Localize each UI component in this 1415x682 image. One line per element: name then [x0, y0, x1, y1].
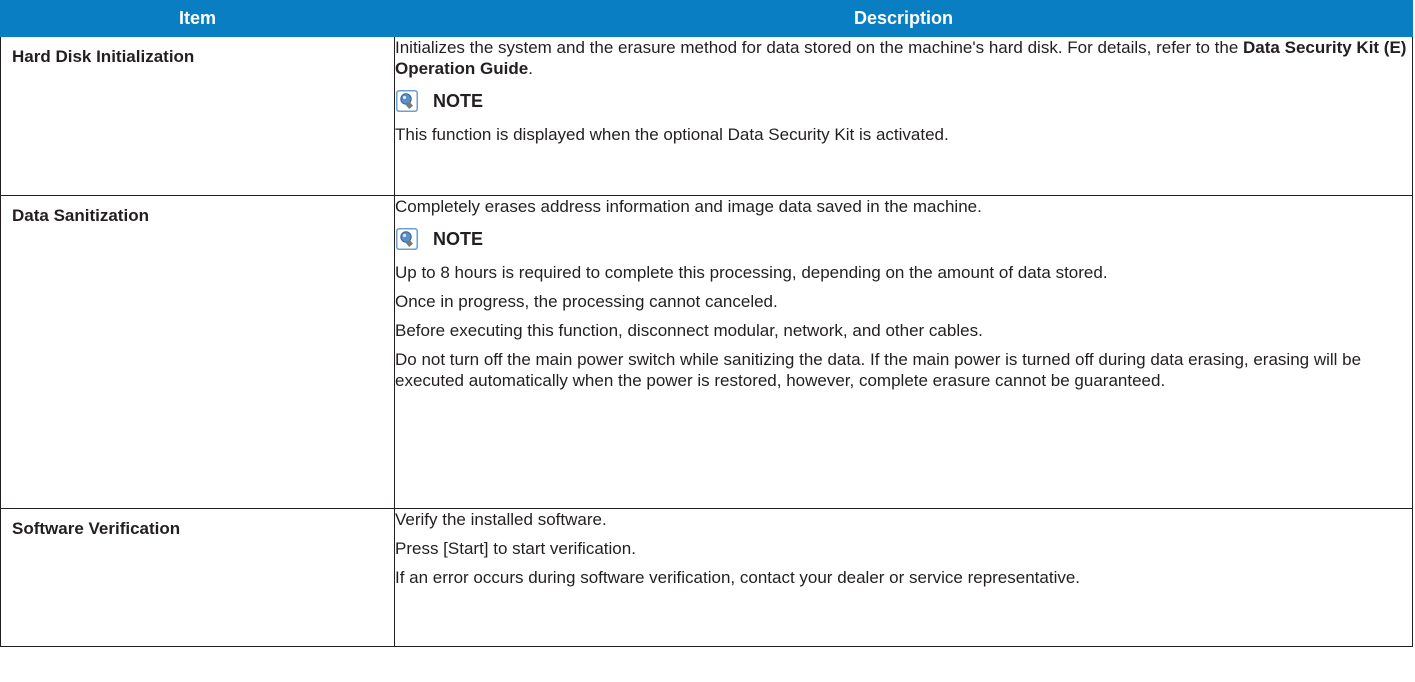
table-row: Data Sanitization Completely erases addr…: [0, 195, 1413, 509]
note-body: This function is displayed when the opti…: [395, 124, 1412, 145]
item-name: Hard Disk Initialization: [12, 47, 195, 66]
column-header-description: Description: [394, 0, 1413, 37]
note-text: Before executing this function, disconne…: [395, 321, 983, 340]
description-text: Completely erases address information an…: [395, 197, 982, 216]
description-cell: Completely erases address information an…: [394, 195, 1413, 509]
description-line: Press [Start] to start verification.: [395, 539, 636, 558]
item-cell: Software Verification: [0, 508, 395, 647]
description-intro: Initializes the system and the erasure m…: [395, 38, 1244, 57]
item-cell: Data Sanitization: [0, 195, 395, 509]
note-lightbulb-icon: [396, 228, 418, 250]
note-text: Once in progress, the processing cannot …: [395, 292, 778, 311]
table-row: Software Verification Verify the install…: [0, 508, 1413, 647]
column-header-item: Item: [0, 0, 395, 37]
item-name: Data Sanitization: [12, 206, 149, 225]
note-heading: NOTE: [396, 225, 1412, 253]
note-label: NOTE: [433, 228, 484, 249]
table-header-row: Item Description: [0, 0, 1413, 37]
note-lightbulb-icon: [396, 90, 418, 112]
table-row: Hard Disk Initialization Initializes the…: [0, 36, 1413, 196]
note-label: NOTE: [433, 90, 484, 111]
note-text: Up to 8 hours is required to complete th…: [395, 263, 1108, 282]
note-heading: NOTE: [396, 87, 1412, 115]
note-text: This function is displayed when the opti…: [395, 125, 949, 144]
description-line: If an error occurs during software verif…: [395, 568, 1081, 587]
settings-table: Item Description Hard Disk Initializatio…: [0, 0, 1413, 647]
note-text: Do not turn off the main power switch wh…: [395, 350, 1362, 390]
description-line: Verify the installed software.: [395, 510, 607, 529]
description-end: .: [528, 59, 533, 78]
description-text: Initializes the system and the erasure m…: [395, 37, 1412, 79]
item-cell: Hard Disk Initialization: [0, 36, 395, 196]
item-name: Software Verification: [12, 519, 181, 538]
description-cell: Initializes the system and the erasure m…: [394, 36, 1413, 196]
description-cell: Verify the installed software. Press [St…: [394, 508, 1413, 647]
note-body: Up to 8 hours is required to complete th…: [395, 262, 1412, 391]
